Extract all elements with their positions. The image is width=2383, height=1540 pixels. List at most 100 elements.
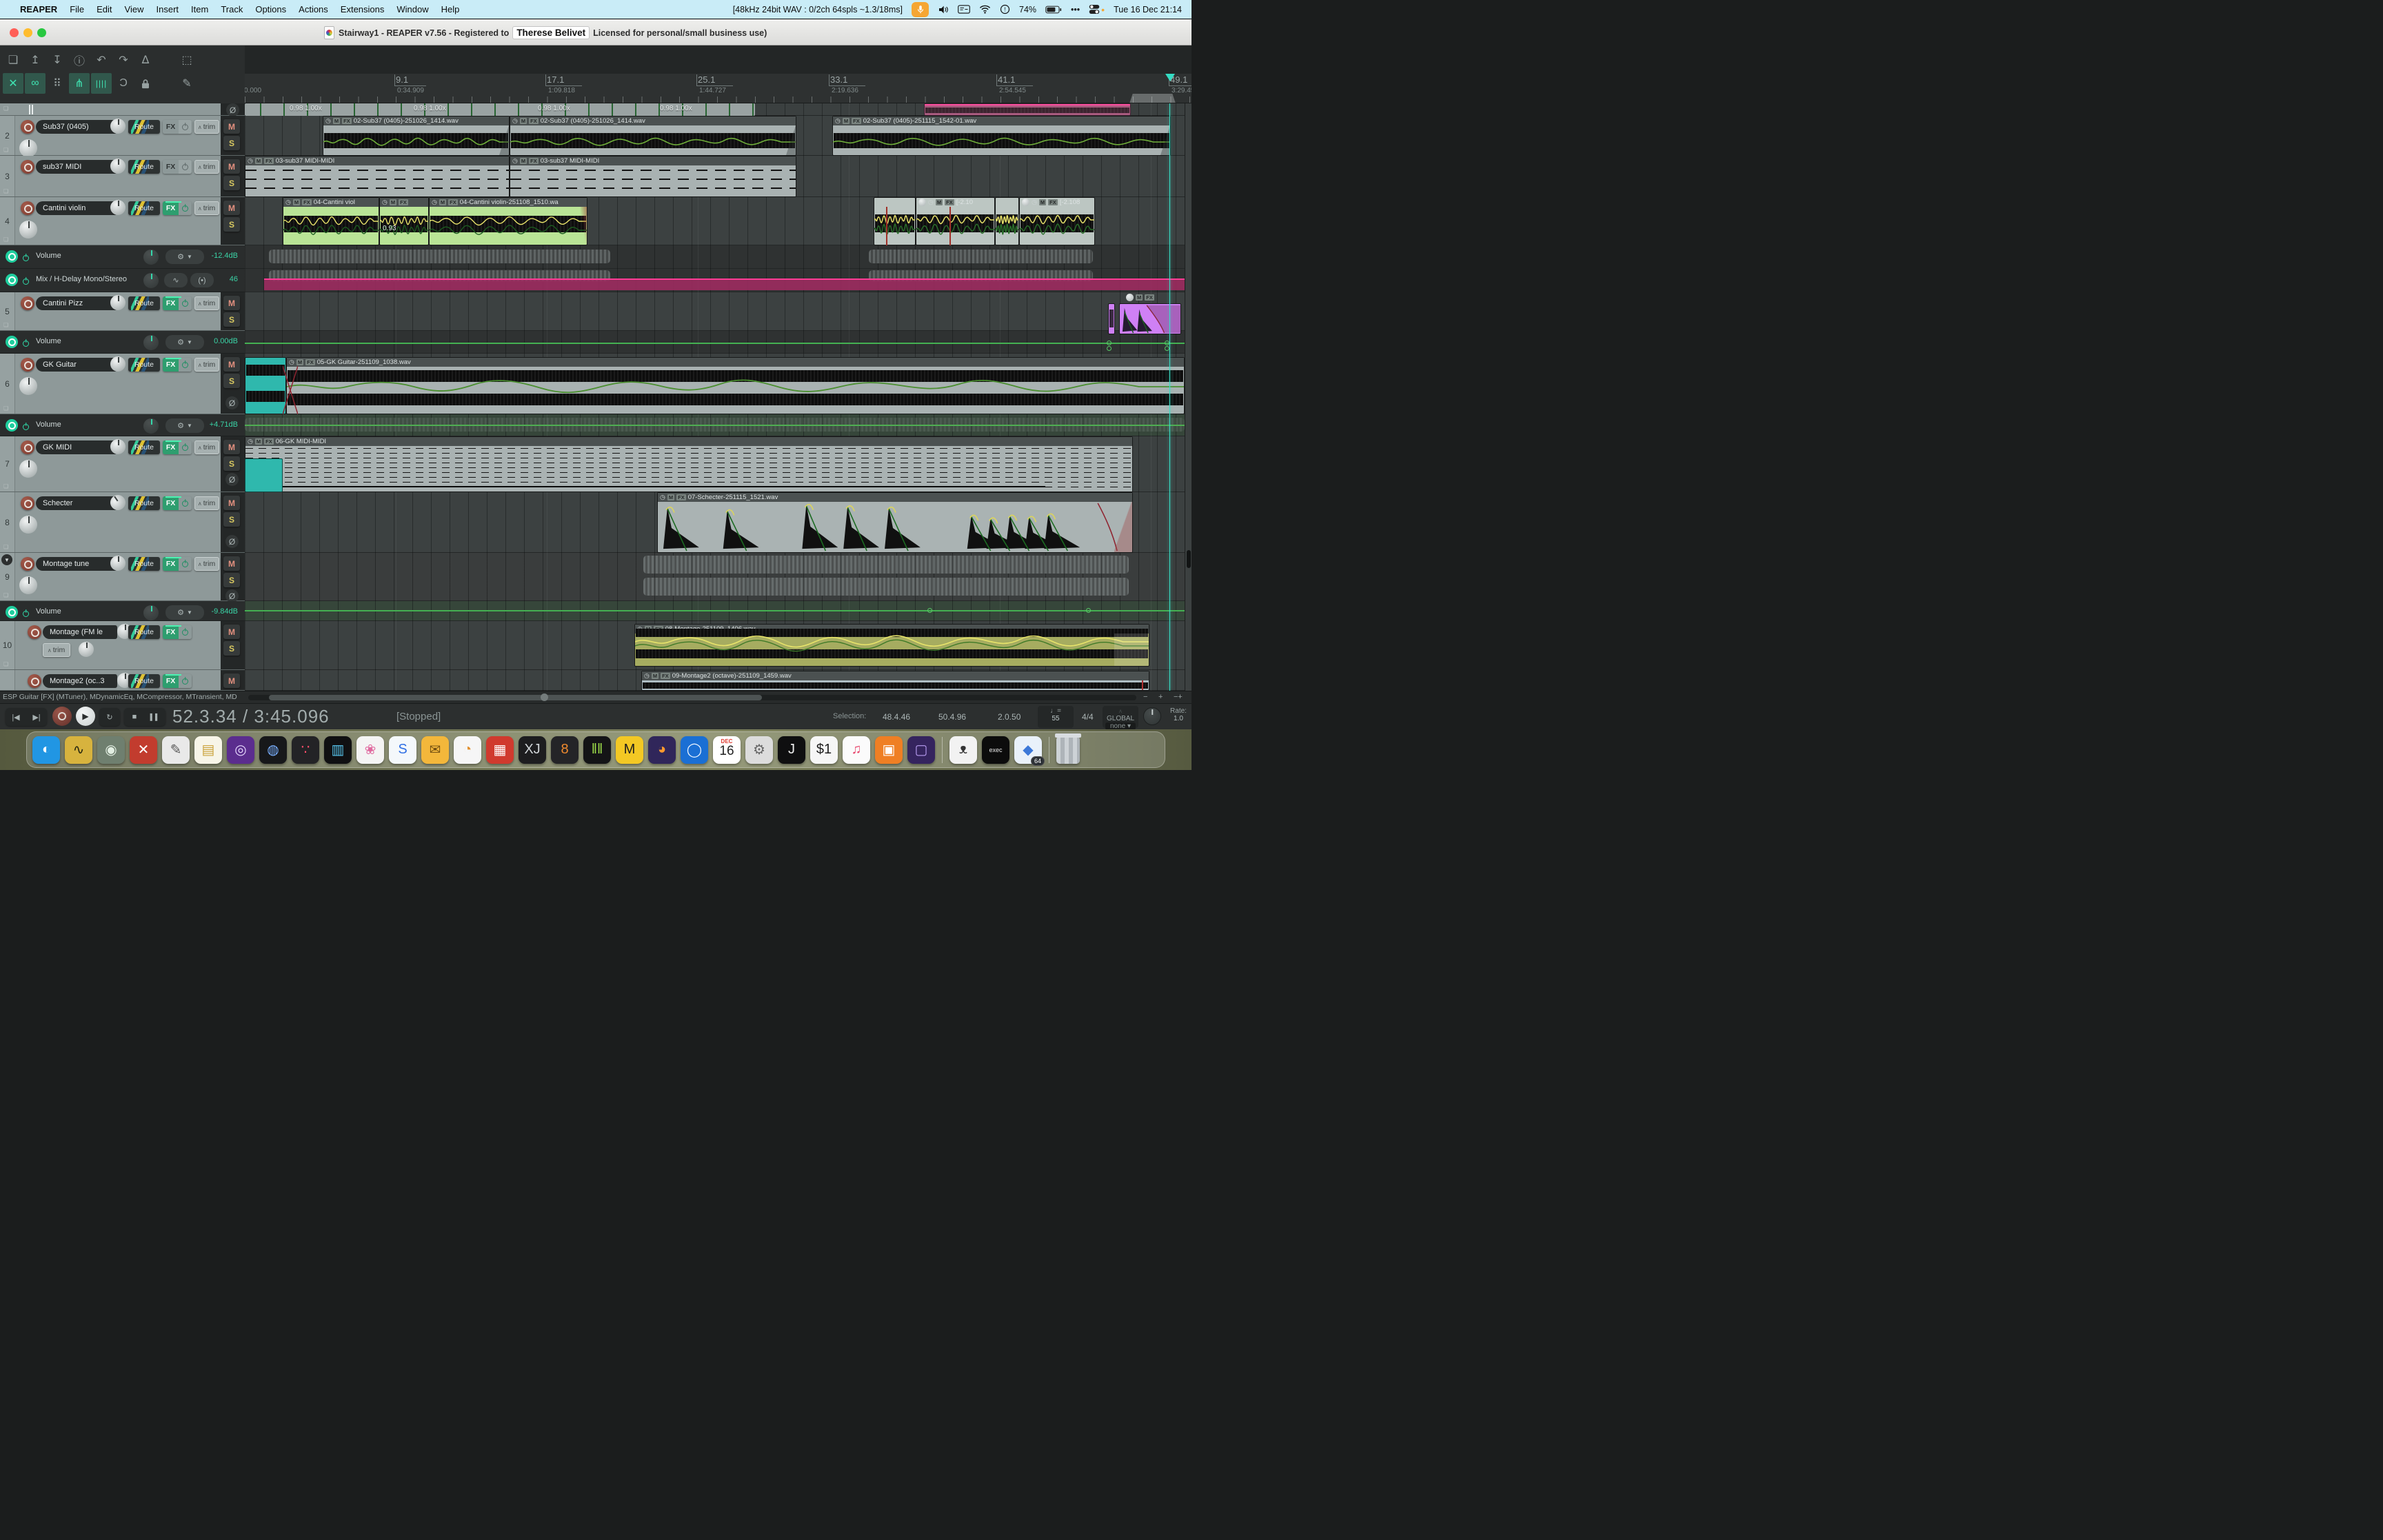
fx-button[interactable]: FX: [163, 674, 192, 688]
pink-item-sliver[interactable]: [924, 103, 1131, 116]
mute-button[interactable]: M: [223, 440, 240, 454]
tcp-track-5[interactable]: 5Cantini PizzRouteFXᴧtrim❏MS: [0, 292, 245, 331]
gk-midi-item[interactable]: ◷MFX06-GK MIDI-MIDI: [245, 436, 1133, 492]
item-fx-icon[interactable]: FX: [448, 199, 458, 205]
track-name[interactable]: GK MIDI: [36, 440, 117, 454]
dock-icon-audio-app[interactable]: ∿: [65, 736, 92, 764]
vertical-scrollbar-thumb[interactable]: [1187, 550, 1191, 568]
item-mute-icon[interactable]: M: [1136, 294, 1143, 301]
menu-actions[interactable]: Actions: [292, 4, 334, 14]
mute-button[interactable]: M: [223, 296, 240, 310]
selection-end[interactable]: 50.4.96: [938, 712, 966, 722]
item-mute-icon[interactable]: M: [439, 199, 446, 205]
playrate-knob[interactable]: [1143, 707, 1161, 725]
envelope-power-icon[interactable]: [23, 338, 29, 350]
record-arm-button[interactable]: [21, 120, 34, 134]
item-mute-icon[interactable]: M: [296, 359, 303, 365]
edit-cursor[interactable]: [1169, 103, 1170, 691]
envelope-node[interactable]: [1086, 608, 1091, 613]
item-fx-icon[interactable]: FX: [342, 118, 352, 124]
media-item[interactable]: ◷MFX03-sub37 MIDI-MIDI: [245, 156, 510, 197]
envelope-knob[interactable]: [143, 273, 159, 288]
item-fx-icon[interactable]: FX: [852, 118, 861, 124]
record-arm-button[interactable]: [21, 296, 34, 310]
envelope-arm-button[interactable]: [6, 606, 18, 618]
pan-knob[interactable]: [110, 159, 125, 174]
envelope-lane-panel[interactable]: Volume⚙▼0.00dB: [0, 331, 245, 354]
dock-icon-xjadeo-app[interactable]: XJ: [519, 736, 546, 764]
dock-icon-editor-app[interactable]: ✎: [162, 736, 190, 764]
media-item[interactable]: ◷MFX02-Sub37 (0405)-251026_1414.wav: [323, 116, 510, 156]
record-arm-button[interactable]: [21, 201, 34, 215]
route-button[interactable]: Route: [128, 557, 160, 571]
schecter-item[interactable]: ◷MFX07-Schecter-251115_1521.wav: [657, 492, 1133, 553]
item-mute-icon[interactable]: M: [255, 158, 262, 164]
redo-icon[interactable]: ↷: [113, 50, 134, 70]
pan-knob[interactable]: [110, 556, 125, 571]
solo-button[interactable]: S: [223, 136, 240, 150]
dock-icon-grid-app[interactable]: ▦: [486, 736, 514, 764]
trim-envelope-button[interactable]: ᴧtrim: [194, 440, 219, 454]
go-to-start-button[interactable]: |◀: [6, 708, 26, 726]
project-settings-icon[interactable]: ⓘ: [69, 50, 90, 70]
route-button[interactable]: Route: [128, 160, 160, 174]
solo-button[interactable]: S: [223, 573, 240, 587]
dock-icon-finder[interactable]: ◐: [32, 736, 60, 764]
edit-cursor-marker[interactable]: [1165, 74, 1175, 81]
volume-knob[interactable]: [19, 139, 37, 157]
track-name[interactable]: Schecter: [36, 496, 117, 510]
dock-icon-trash[interactable]: [1056, 736, 1080, 764]
stretch-item-strip[interactable]: 0.98 1.00x0.98 1.00x0.98 1.00x0.98 1.00x: [245, 103, 755, 116]
trim-envelope-button[interactable]: ᴧtrim: [194, 296, 219, 310]
media-item[interactable]: [874, 197, 916, 245]
dock-icon-calendar[interactable]: DEC16: [713, 736, 741, 764]
zoom-out-button[interactable]: −: [1143, 693, 1147, 701]
volume-envelope-line[interactable]: [245, 425, 1185, 426]
bpm-box[interactable]: ♩= 55: [1038, 706, 1074, 728]
dock-icon-firefox[interactable]: ◕: [648, 736, 676, 764]
arrange-track-lane[interactable]: [245, 292, 1185, 331]
envelope-node[interactable]: [1165, 341, 1169, 345]
envelope-arm-button[interactable]: [6, 250, 18, 263]
new-project-icon[interactable]: ❏: [3, 50, 23, 70]
item-knob-icon[interactable]: [918, 199, 926, 206]
envelope-node[interactable]: [1165, 346, 1169, 351]
sync-alert-icon[interactable]: !: [1000, 4, 1010, 14]
media-item[interactable]: ◷MFX03-sub37 MIDI-MIDI: [510, 156, 796, 197]
dock-icon-eight-app[interactable]: 8: [551, 736, 579, 764]
volume-knob[interactable]: [19, 516, 37, 534]
envelope-mode-pill[interactable]: ⚙▼: [165, 605, 204, 620]
item-fx-icon[interactable]: FX: [945, 199, 954, 205]
dock-icon-j-app[interactable]: J: [778, 736, 805, 764]
dock-icon-shield-app[interactable]: ◆64: [1014, 736, 1042, 764]
zoom-window-button[interactable]: [37, 28, 46, 37]
envelope-link-toggle-icon[interactable]: ⋔: [69, 73, 90, 94]
item-mute-icon[interactable]: M: [255, 438, 262, 445]
track-1-panel-sliver[interactable]: ❏Ø: [0, 103, 245, 116]
dock-icon-orange-app[interactable]: ▣: [875, 736, 903, 764]
media-item[interactable]: ◷MFX02-Sub37 (0405)-251115_1542-01.wav: [832, 116, 1171, 156]
scrollbar-center-handle[interactable]: [541, 693, 548, 701]
media-item[interactable]: [995, 197, 1019, 245]
dock-icon-duet-app[interactable]: ♫: [843, 736, 870, 764]
go-to-end-button[interactable]: ▶|: [26, 708, 47, 726]
tcp-track-3[interactable]: 3sub37 MIDIRouteFXᴧtrim❏MS: [0, 156, 245, 197]
media-item[interactable]: ◷MFX[-2.108: [1019, 197, 1095, 245]
timeline-ruler[interactable]: 0.000 9.10:34.90917.11:09.81825.11:44.72…: [245, 74, 1192, 103]
item-fx-icon[interactable]: FX: [661, 673, 670, 679]
route-button[interactable]: Route: [128, 625, 160, 639]
fx-button[interactable]: FX: [163, 296, 192, 310]
solo-button[interactable]: S: [223, 641, 240, 656]
fx-button[interactable]: FX: [163, 358, 192, 372]
track-name[interactable]: sub37 MIDI: [36, 160, 117, 174]
envelope-power-icon[interactable]: [23, 276, 29, 288]
folder-collapse-arrow[interactable]: ▼: [1, 554, 12, 565]
mute-button[interactable]: M: [223, 159, 240, 174]
dock-icon-sphere-app[interactable]: ◍: [259, 736, 287, 764]
repeat-button[interactable]: ↻: [99, 708, 120, 726]
envelope-lane-panel[interactable]: Volume⚙▼-12.4dB: [0, 245, 245, 269]
media-item[interactable]: ◷MFX02-Sub37 (0405)-251026_1414.wav: [510, 116, 796, 156]
mute-button[interactable]: M: [223, 201, 240, 215]
pencil-tool-icon[interactable]: ✎: [177, 73, 197, 94]
window-titlebar[interactable]: Stairway1 - REAPER v7.56 - Registered to…: [0, 19, 1192, 45]
